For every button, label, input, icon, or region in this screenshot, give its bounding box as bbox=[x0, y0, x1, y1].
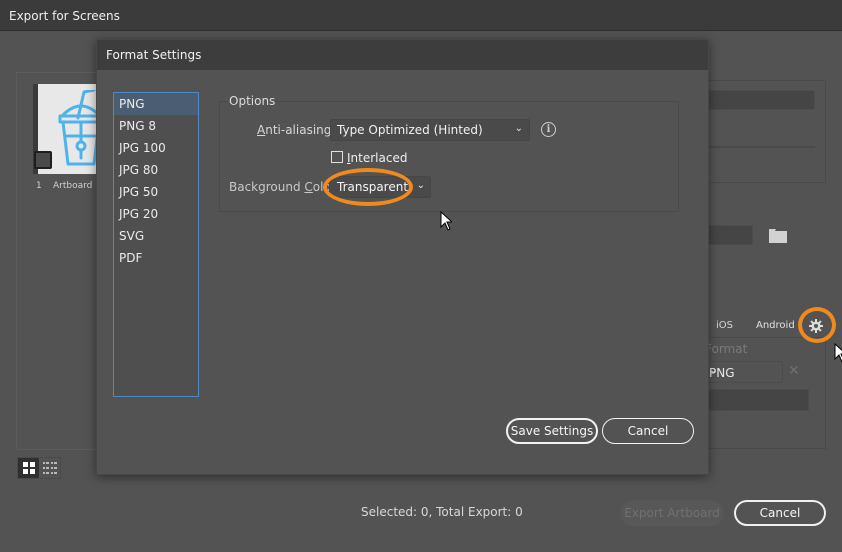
label-text: Background bbox=[229, 180, 305, 194]
access-key: A bbox=[257, 123, 266, 137]
options-legend: Options bbox=[228, 94, 277, 108]
format-list-item[interactable]: SVG bbox=[114, 225, 198, 247]
format-select[interactable]: PNG ⌄ bbox=[703, 361, 783, 383]
interlaced-label[interactable]: Interlaced bbox=[347, 151, 407, 165]
format-label: Format bbox=[705, 342, 748, 356]
anti-aliasing-value: Type Optimized (Hinted) bbox=[337, 123, 483, 137]
mouse-cursor-icon bbox=[440, 211, 452, 231]
chevron-down-icon: ⌄ bbox=[416, 180, 425, 191]
background-color-label: Background Color: bbox=[229, 180, 340, 194]
options-group bbox=[219, 101, 679, 212]
list-view-icon bbox=[42, 462, 57, 474]
anti-aliasing-label: Anti-aliasing: bbox=[257, 123, 335, 137]
window-titlebar: Export for Screens bbox=[0, 0, 842, 31]
close-icon[interactable]: ✕ bbox=[788, 363, 800, 379]
list-view-button[interactable] bbox=[39, 458, 60, 478]
format-list-item[interactable]: JPG 100 bbox=[114, 137, 198, 159]
grid-view-icon bbox=[22, 462, 35, 474]
export-path-field[interactable] bbox=[705, 225, 753, 245]
format-list-item[interactable]: JPG 20 bbox=[114, 203, 198, 225]
dialog-title: Format Settings bbox=[106, 48, 202, 62]
format-list-item[interactable]: JPG 50 bbox=[114, 181, 198, 203]
info-icon[interactable]: i bbox=[541, 122, 556, 137]
dialog-cancel-button[interactable]: Cancel bbox=[602, 418, 694, 444]
suffix-field[interactable] bbox=[705, 389, 809, 411]
format-settings-button[interactable] bbox=[805, 315, 827, 337]
background-color-value: Transparent bbox=[337, 180, 409, 194]
chevron-down-icon: ⌄ bbox=[709, 365, 718, 376]
dialog-titlebar: Format Settings bbox=[97, 40, 708, 70]
view-toggle bbox=[17, 457, 61, 479]
cancel-button[interactable]: Cancel bbox=[734, 500, 826, 526]
background-color-select[interactable]: Transparent ⌄ bbox=[329, 176, 431, 198]
chevron-down-icon: ⌄ bbox=[514, 123, 523, 134]
access-key: C bbox=[304, 180, 313, 194]
format-list-item[interactable]: PDF bbox=[114, 247, 198, 269]
tab-android[interactable]: Android bbox=[756, 320, 795, 331]
format-list-item[interactable]: PNG 8 bbox=[114, 115, 198, 137]
interlaced-checkbox[interactable] bbox=[331, 151, 343, 163]
tab-ios[interactable]: iOS bbox=[716, 320, 733, 331]
format-list: PNG PNG 8 JPG 100 JPG 80 JPG 50 JPG 20 S… bbox=[113, 92, 199, 397]
artboard-range-field[interactable] bbox=[705, 90, 815, 110]
anti-aliasing-select[interactable]: Type Optimized (Hinted) ⌄ bbox=[330, 119, 530, 141]
format-settings-dialog: Format Settings PNG PNG 8 JPG 100 JPG 80… bbox=[96, 39, 709, 475]
label-text: nti-aliasing: bbox=[265, 123, 336, 137]
artboard-name[interactable]: Artboard 1 bbox=[53, 181, 101, 191]
grid-view-button[interactable] bbox=[18, 458, 39, 478]
export-artboard-button[interactable]: Export Artboard bbox=[620, 500, 724, 526]
label-text: nterlaced bbox=[350, 151, 408, 165]
export-status: Selected: 0, Total Export: 0 bbox=[361, 505, 523, 519]
divider bbox=[705, 146, 815, 148]
artboard-checkbox[interactable] bbox=[34, 151, 52, 169]
format-list-item[interactable]: PNG bbox=[114, 93, 198, 115]
save-settings-button[interactable]: Save Settings bbox=[506, 418, 598, 444]
mouse-cursor-icon bbox=[834, 343, 842, 363]
artboard-number: 1 bbox=[36, 181, 42, 191]
window-title: Export for Screens bbox=[9, 9, 120, 23]
gear-icon bbox=[809, 319, 823, 333]
folder-icon[interactable] bbox=[769, 229, 787, 243]
format-list-item[interactable]: JPG 80 bbox=[114, 159, 198, 181]
